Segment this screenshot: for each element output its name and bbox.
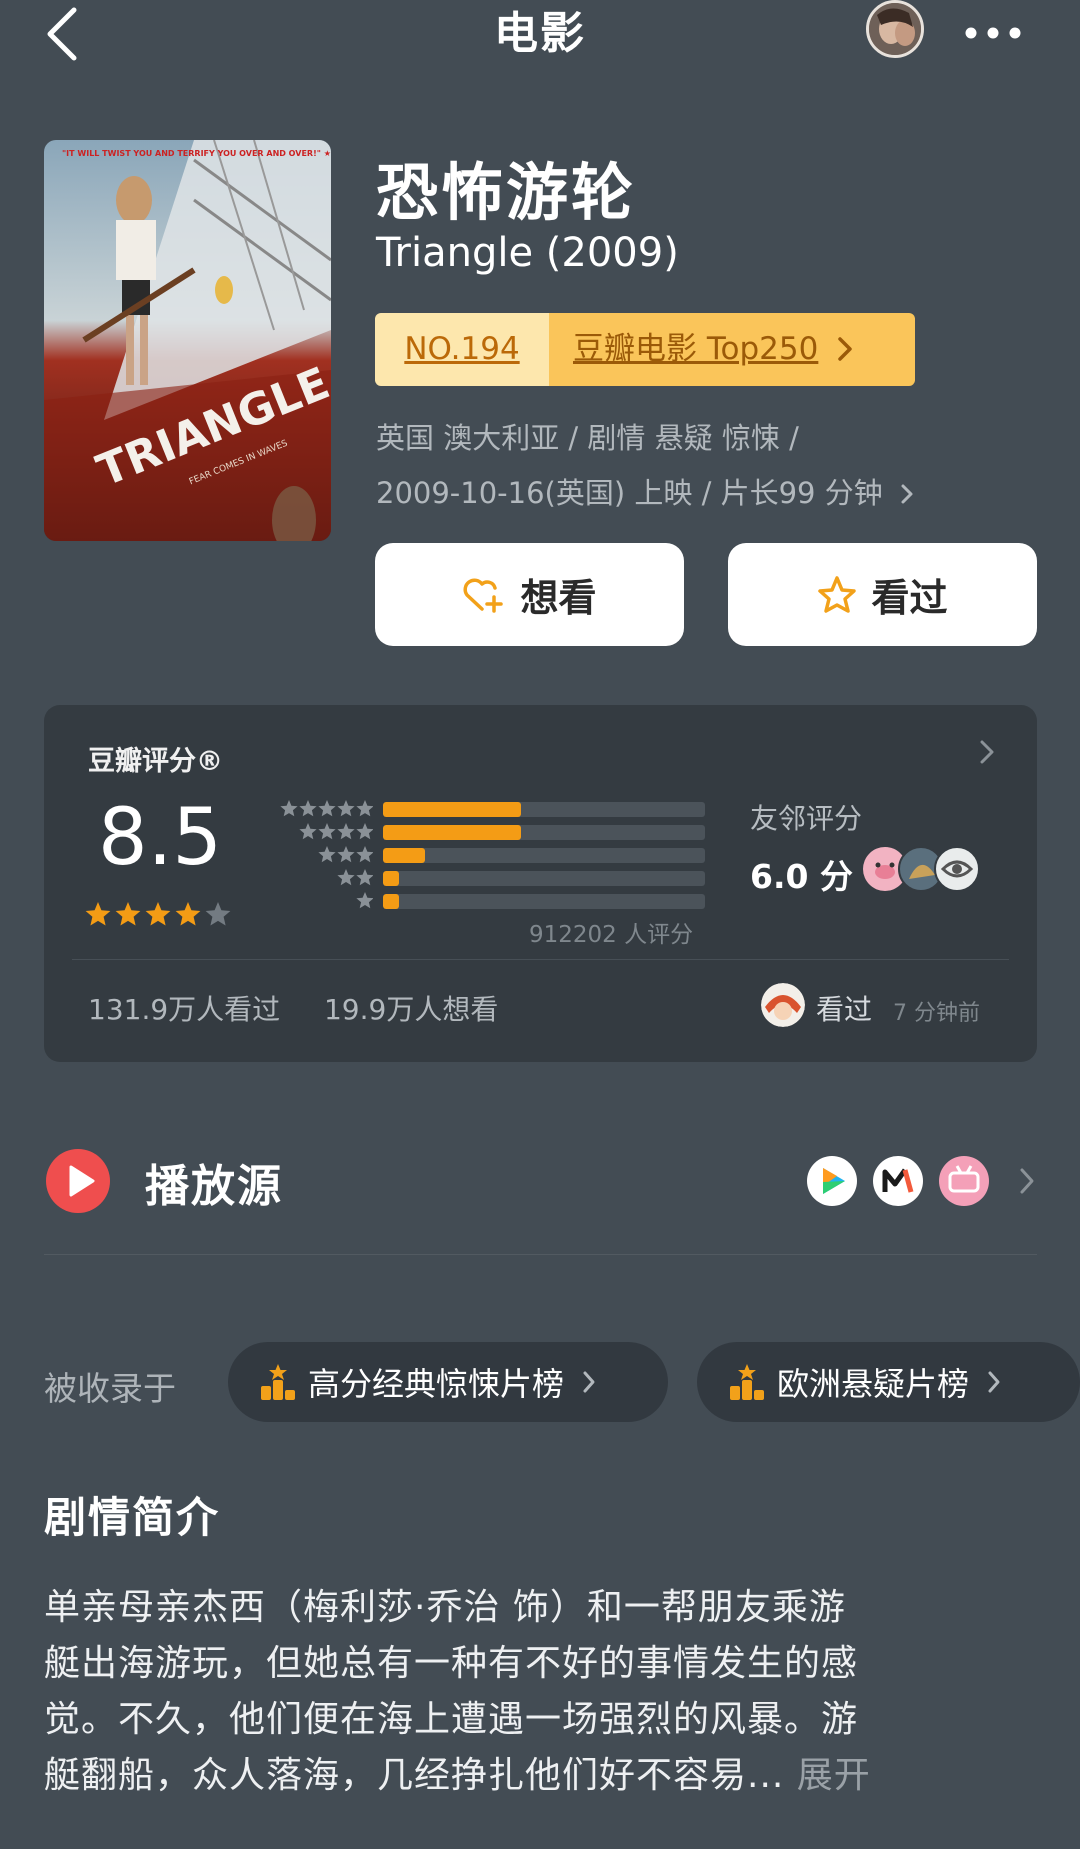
bilibili-icon[interactable] (939, 1156, 989, 1206)
rating-star-icon (205, 902, 231, 926)
friend-rating-score: 6.0 分 (750, 857, 853, 896)
rating-card[interactable]: 豆瓣评分® 8.5 912202 人评分 友邻评分 6.0 分 131.9万人看… (44, 705, 1037, 1062)
movie-meta-line1: 英国 澳大利亚 / 剧情 悬疑 惊悚 / (376, 421, 799, 455)
rating-star-icon (115, 902, 141, 926)
star-level-icon (356, 892, 373, 909)
star-level-icon (356, 869, 373, 886)
friend-avatars[interactable] (861, 845, 981, 893)
rating-stars (85, 902, 231, 926)
seen-count: 131.9万人看过 (88, 993, 281, 1026)
collection-chip-label: 高分经典惊悚片榜 (308, 1365, 565, 1403)
more-icon[interactable] (962, 10, 1024, 56)
star-level-icon (356, 823, 373, 840)
rating-divider (72, 959, 1009, 960)
star-level-icon (299, 823, 317, 840)
expand-link[interactable]: 展开 (797, 1755, 871, 1796)
poster-quote: "IT WILL TWIST YOU AND TERRIFY YOU OVER … (62, 149, 331, 158)
heart-plus-icon (463, 578, 504, 613)
want-count: 19.9万人想看 (323, 993, 499, 1026)
movie-title: 恐怖游轮 (376, 156, 637, 229)
star-level-icon (299, 800, 317, 817)
mgtv-icon[interactable] (873, 1156, 923, 1206)
friend-rating-label: 友邻评分 (750, 802, 863, 835)
chevron-right-icon[interactable] (1018, 1166, 1036, 1196)
synopsis-heading: 剧情简介 (44, 1493, 221, 1542)
tencent-video-icon[interactable] (807, 1156, 857, 1206)
user-avatar[interactable] (866, 0, 924, 58)
rating-bar-fill (383, 825, 522, 840)
collected-label: 被收录于 (44, 1369, 176, 1408)
synopsis-line: 艇翻船，众人落海，几经挣扎他们好不容易... (44, 1755, 785, 1796)
star-level-icon (337, 869, 355, 886)
synopsis-line: 单亲母亲杰西（梅利莎·乔治 饰）和一帮朋友乘游 (44, 1587, 846, 1628)
watch-stats: 131.9万人看过 19.9万人想看 (88, 988, 498, 1028)
star-level-icon (356, 846, 373, 863)
star-outline-icon (818, 575, 857, 613)
synopsis-line: 艇出海游玩，但她总有一种有不好的事情发生的感 (44, 1643, 859, 1684)
star-level-icon (318, 800, 336, 817)
want-to-watch-label: 想看 (520, 576, 597, 620)
synopsis-body: 单亲母亲杰西（梅利莎·乔治 饰）和一帮朋友乘游 艇出海游玩，但她总有一种有不好的… (44, 1580, 1044, 1804)
star-level-icon (318, 846, 336, 863)
star-level-icon (337, 846, 355, 863)
rating-bar-4-star (383, 825, 705, 840)
section-divider (44, 1254, 1037, 1255)
rating-bar-3-star (383, 848, 705, 863)
rating-bar-fill (383, 848, 425, 863)
watched-button[interactable]: 看过 (728, 543, 1037, 646)
watched-label: 看过 (871, 576, 948, 620)
rank-number: NO.194 (375, 313, 549, 386)
rating-label: 豆瓣评分® (88, 746, 223, 777)
my-status-time: 7 分钟前 (893, 1001, 980, 1026)
star-level-icon (280, 800, 298, 817)
my-status: 看过 (816, 993, 873, 1026)
original-title: Triangle (2009) (376, 230, 679, 276)
rank-list-label: 豆瓣电影 Top250 (573, 331, 819, 367)
movie-meta-line2-text: 2009-10-16(英国) 上映 / 片长99 分钟 (376, 476, 883, 510)
podium-icon (730, 1364, 764, 1400)
rating-score: 8.5 (98, 793, 223, 883)
synopsis-line: 觉。不久，他们便在海上遭遇一场强烈的风暴。游 (44, 1699, 859, 1740)
top250-rank-badge[interactable]: NO.194 豆瓣电影 Top250 (375, 313, 915, 386)
star-level-icon (337, 800, 355, 817)
star-level-icon (337, 823, 355, 840)
play-source-label[interactable]: 播放源 (145, 1150, 283, 1214)
my-avatar (761, 983, 805, 1027)
chevron-right-icon (901, 484, 913, 504)
collection-chip-europe[interactable]: 欧洲悬疑片榜 (697, 1342, 1080, 1422)
rating-bar-fill (383, 802, 522, 817)
rating-bar-5-star (383, 802, 705, 817)
rating-distribution (383, 802, 705, 917)
movie-meta-line2[interactable]: 2009-10-16(英国) 上映 / 片长99 分钟 (376, 470, 914, 512)
synopsis-line-last: 艇翻船，众人落海，几经挣扎他们好不容易... 展开 (44, 1748, 1044, 1804)
rating-star-icon (85, 902, 111, 926)
collection-chip-label: 欧洲悬疑片榜 (777, 1365, 970, 1403)
chevron-right-icon[interactable] (977, 737, 997, 767)
rating-bar-2-star (383, 871, 705, 886)
collection-chip-thriller[interactable]: 高分经典惊悚片榜 (228, 1342, 668, 1422)
star-level-icon (318, 823, 336, 840)
star-level-icon (356, 800, 373, 817)
want-to-watch-button[interactable]: 想看 (375, 543, 684, 646)
rank-list-link: 豆瓣电影 Top250 (549, 313, 915, 386)
podium-icon (261, 1364, 295, 1400)
rating-bar-fill (383, 894, 400, 909)
rating-star-icon (175, 902, 201, 926)
movie-poster[interactable]: TRIANGLE FEAR COMES IN WAVES "IT WILL TW… (44, 140, 331, 541)
rating-star-icon (145, 902, 171, 926)
rating-bar-fill (383, 871, 400, 886)
star-level-labels (280, 800, 373, 909)
rating-count: 912202 人评分 (529, 922, 694, 948)
play-icon[interactable] (46, 1149, 110, 1213)
chevron-right-icon (838, 337, 852, 361)
chevron-right-icon (583, 1371, 595, 1393)
chevron-right-icon (988, 1371, 1000, 1393)
rating-bar-1-star (383, 894, 705, 909)
